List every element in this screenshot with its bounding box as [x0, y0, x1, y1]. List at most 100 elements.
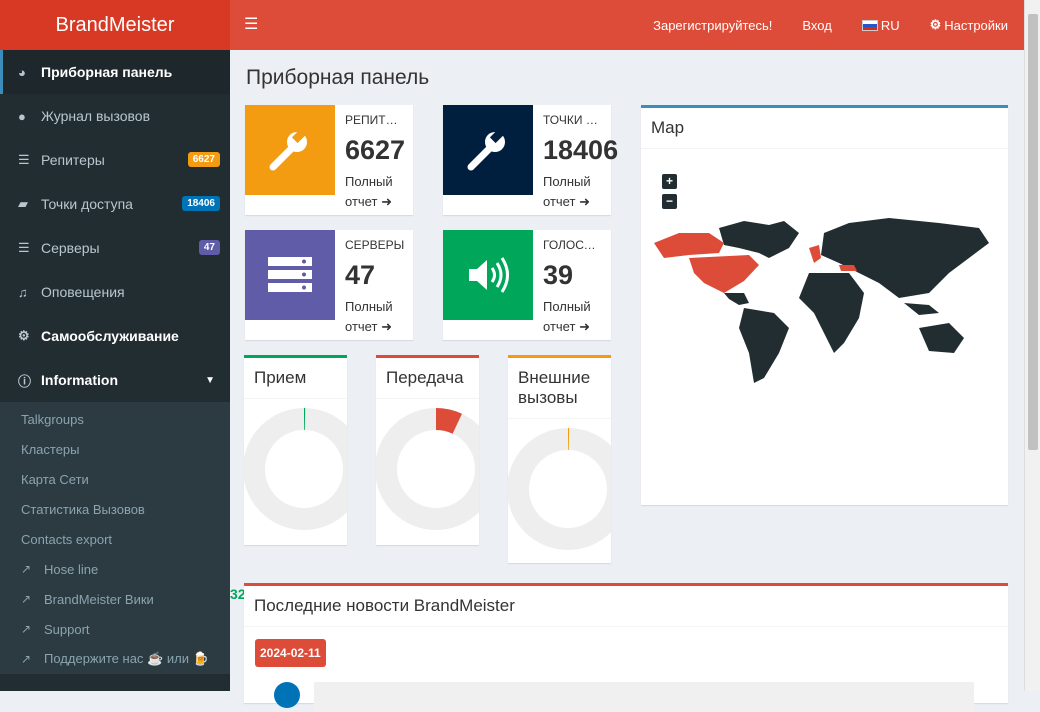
- info-box-number: 47: [345, 260, 375, 291]
- news-item: [314, 682, 974, 712]
- external-link-icon: ↗: [21, 592, 44, 606]
- sidebar-item-label: Серверы: [41, 240, 100, 256]
- link-label: Support: [44, 622, 90, 637]
- external-link-icon: ↗: [21, 562, 44, 576]
- submenu-item-network-map[interactable]: Карта Сети: [0, 464, 230, 494]
- box-title: Map: [641, 108, 1008, 149]
- full-report-link[interactable]: Полный отчет ➜: [345, 172, 405, 212]
- info-box-number: 18406: [543, 135, 618, 166]
- donut-box-transmit: Передача: [376, 355, 479, 545]
- briefcase-icon: ▰: [18, 196, 41, 212]
- donut-box-receive: Прием: [244, 355, 347, 545]
- sidebar-item-label: Репитеры: [41, 152, 105, 168]
- info-box-hotspots: ТОЧКИ ДОСТУПА 18406 Полный отчет ➜: [443, 105, 611, 215]
- arrow-circle-right-icon: ➜: [579, 319, 590, 334]
- russia-flag-icon: [862, 20, 878, 31]
- wrench-icon: [443, 105, 533, 195]
- information-submenu: Talkgroups Кластеры Карта Сети Статистик…: [0, 402, 230, 674]
- gear-icon: ⚙: [18, 328, 41, 344]
- arrow-circle-right-icon: ➜: [579, 194, 590, 209]
- login-link[interactable]: Вход: [802, 18, 831, 33]
- brand-logo[interactable]: BrandMeister: [0, 0, 230, 50]
- language-label: RU: [881, 18, 900, 33]
- hotspots-count-badge: 18406: [182, 196, 220, 211]
- gears-icon: ⚙: [930, 17, 942, 33]
- sidebar-item-dashboard[interactable]: ◕Приборная панель: [0, 50, 230, 94]
- server-icon: [245, 230, 335, 320]
- settings-label: Настройки: [944, 18, 1008, 33]
- main-content: Приборная панель РЕПИТЕРЫ 6627 Полный от…: [230, 50, 1024, 691]
- info-box-servers: СЕРВЕРЫ 47 Полный отчет ➜: [245, 230, 413, 340]
- language-selector[interactable]: RU: [862, 18, 900, 33]
- sidebar-item-repeaters[interactable]: ☰Репитеры 6627: [0, 138, 230, 182]
- external-calls-donut-chart: [508, 419, 611, 559]
- info-box-number: 6627: [345, 135, 405, 166]
- box-title: Передача: [376, 358, 479, 399]
- box-title: Прием: [244, 358, 347, 399]
- info-box-title: РЕПИТЕРЫ: [345, 113, 405, 127]
- donut-track: [518, 439, 611, 539]
- map-box: Map + −: [641, 105, 1008, 505]
- dashboard-icon: ◕: [18, 65, 41, 80]
- sidebar: ◕Приборная панель ●Журнал вызовов ☰Репит…: [0, 50, 230, 691]
- server-icon: ☰: [18, 152, 41, 168]
- sidebar-item-selfcare[interactable]: ⚙Самообслуживание: [0, 314, 230, 358]
- sidebar-item-information[interactable]: ⓘInformation▼: [0, 358, 230, 402]
- submenu-item-talkgroups[interactable]: Talkgroups: [0, 404, 230, 434]
- zoom-in-button[interactable]: +: [662, 174, 677, 189]
- link-hose-line[interactable]: ↗Hose line: [0, 554, 230, 584]
- settings-link[interactable]: ⚙Настройки: [930, 17, 1008, 33]
- server-icon: ☰: [18, 240, 41, 256]
- donut-segment: [436, 419, 457, 424]
- scrollbar-thumb[interactable]: [1028, 14, 1038, 450]
- sidebar-item-label: Точки доступа: [41, 196, 133, 212]
- external-link-icon: ↗: [21, 622, 44, 636]
- transmit-donut-chart: [376, 399, 479, 539]
- sidebar-item-hotspots[interactable]: ▰Точки доступа 18406: [0, 182, 230, 226]
- receive-donut-chart: [244, 399, 347, 539]
- sidebar-item-notifications[interactable]: ♫Оповещения: [0, 270, 230, 314]
- full-report-link[interactable]: Полный отчет ➜: [543, 172, 603, 212]
- news-box: Последние новости BrandMeister 2024-02-1…: [244, 583, 1008, 703]
- sidebar-item-call-log[interactable]: ●Журнал вызовов: [0, 94, 230, 138]
- bell-icon: ♫: [18, 285, 41, 300]
- donut-track: [254, 419, 347, 519]
- link-wiki[interactable]: ↗BrandMeister Вики: [0, 584, 230, 614]
- sidebar-item-label: Приборная панель: [41, 64, 172, 80]
- top-nav-links: Зарегистрируйтесь! Вход RU ⚙Настройки: [623, 0, 1008, 50]
- arrow-circle-right-icon: ➜: [381, 194, 392, 209]
- page-title: Приборная панель: [246, 66, 429, 90]
- sidebar-item-servers[interactable]: ☰Серверы47: [0, 226, 230, 270]
- sidebar-item-label: Журнал вызовов: [41, 108, 150, 124]
- sidebar-item-label: Самообслуживание: [41, 328, 179, 344]
- timeline-icon: [274, 682, 300, 708]
- sidebar-item-label: Оповещения: [41, 284, 125, 300]
- link-support[interactable]: ↗Support: [0, 614, 230, 644]
- info-box-title: СЕРВЕРЫ: [345, 238, 405, 252]
- sidebar-item-label: Information: [41, 372, 118, 388]
- info-icon: ⓘ: [18, 371, 41, 390]
- donut-box-external: Внешние вызовы: [508, 355, 611, 563]
- register-link[interactable]: Зарегистрируйтесь!: [653, 18, 772, 33]
- link-label: BrandMeister Вики: [44, 592, 154, 607]
- user-icon: ●: [18, 109, 41, 124]
- info-box-voice: ГОЛОСОВЫЕ 39 Полный отчет ➜: [443, 230, 611, 340]
- info-box-number: 39: [543, 260, 573, 291]
- volume-up-icon: [443, 230, 533, 320]
- external-link-icon: ↗: [21, 652, 44, 666]
- hamburger-icon[interactable]: ☰: [244, 15, 258, 35]
- news-date-label: 2024-02-11: [255, 639, 326, 667]
- info-box-title: ГОЛОСОВЫЕ: [543, 238, 603, 252]
- link-donate[interactable]: ↗Поддержите нас ☕ или 🍺: [0, 644, 230, 674]
- submenu-item-contacts-export[interactable]: Contacts export: [0, 524, 230, 554]
- full-report-link[interactable]: Полный отчет ➜: [543, 297, 603, 337]
- link-label: Поддержите нас ☕ или 🍺: [44, 651, 209, 667]
- full-report-link[interactable]: Полный отчет ➜: [345, 297, 405, 337]
- submenu-item-call-stats[interactable]: Статистика Вызовов: [0, 494, 230, 524]
- world-map[interactable]: [649, 203, 999, 413]
- info-box-title: ТОЧКИ ДОСТУПА: [543, 113, 603, 127]
- scrollbar[interactable]: [1024, 0, 1040, 691]
- box-title: Внешние вызовы: [508, 358, 611, 419]
- submenu-item-clusters[interactable]: Кластеры: [0, 434, 230, 464]
- repeaters-count-badge: 6627: [188, 152, 220, 167]
